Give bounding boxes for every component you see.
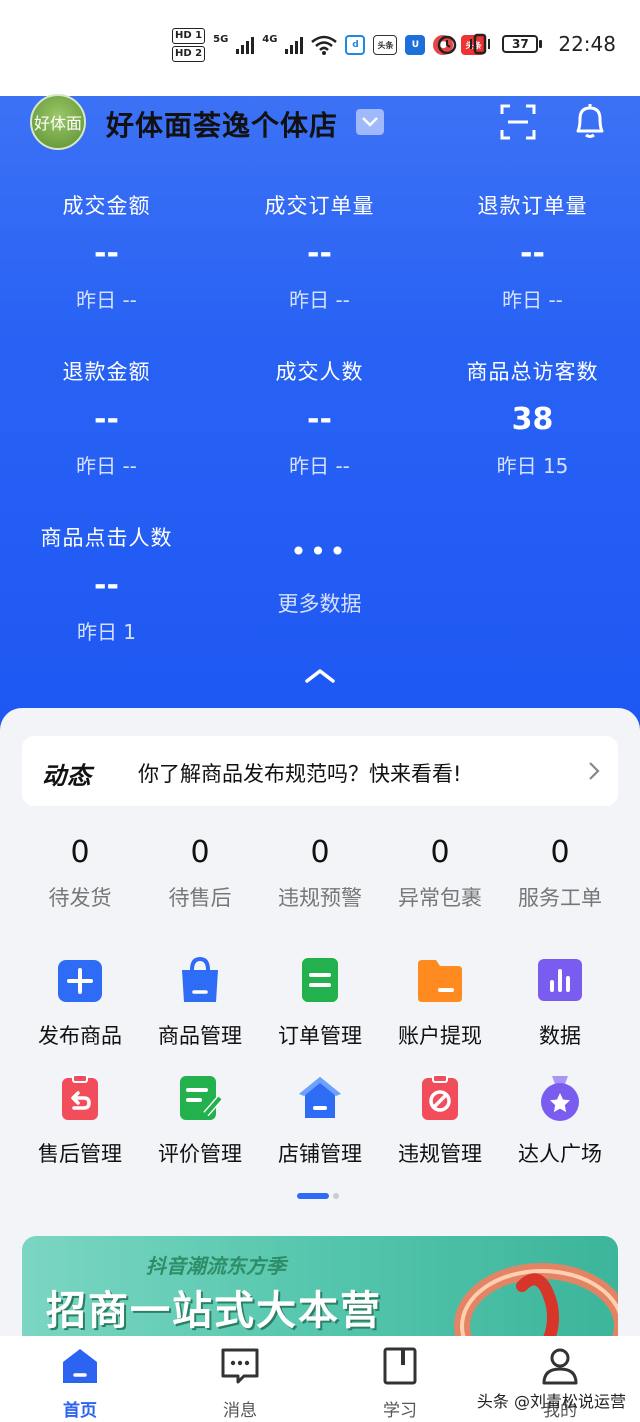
order-status-counts: 0 待发货 0 待售后 0 违规预警 0 异常包裹 0 服务工单 [20,834,620,912]
store-home-icon [299,1077,341,1118]
chevron-right-icon [589,762,600,780]
news-bar[interactable]: 动态 你了解商品发布规范吗？快来看看! [22,736,618,806]
tool-review-management[interactable]: 评价管理 [140,1068,260,1186]
tool-data[interactable]: 数据 [500,950,620,1068]
stat-visitors[interactable]: 商品总访客数 38 昨日 15 [426,356,639,479]
tool-publish-product[interactable]: 发布商品 [20,950,140,1068]
shopping-bag-icon [182,956,218,1002]
stat-order-count[interactable]: 成交订单量 -- 昨日 -- [213,190,426,313]
battery-icon: 37 [502,35,543,53]
sim2-indicator: HD 2 [172,46,206,62]
shield-app-icon: U [405,35,426,55]
bar-chart-icon [538,959,582,1001]
chevron-up-icon[interactable] [303,666,337,686]
stat-clicks[interactable]: 商品点击人数 -- 昨日 1 [0,522,213,645]
signal-icon [285,36,304,54]
stat-buyers[interactable]: 成交人数 -- 昨日 -- [213,356,426,479]
count-pending-shipment[interactable]: 0 待发货 [20,834,140,912]
nav-learn[interactable]: 学习 [320,1336,480,1422]
grid-pager [297,1193,339,1199]
tool-order-management[interactable]: 订单管理 [260,950,380,1068]
stat-refund-amount[interactable]: 退款金额 -- 昨日 -- [0,356,213,479]
count-pending-aftersale[interactable]: 0 待售后 [140,834,260,912]
ban-icon [422,1074,458,1120]
message-icon [221,1348,259,1384]
vibrate-icon [470,33,491,55]
stat-gmv[interactable]: 成交金额 -- 昨日 -- [0,190,213,313]
clock: 22:48 [558,32,616,56]
pager-dot-active[interactable] [297,1193,329,1199]
tool-account-withdraw[interactable]: 账户提现 [380,950,500,1068]
banner-subtitle: 抖音潮流东方季 [146,1254,286,1278]
shop-name[interactable]: 好体面荟逸个体店 [106,104,338,144]
news-tag: 动态 [42,762,92,790]
shop-header: 好体面 好体面荟逸个体店 [0,94,640,158]
toutiao-icon: 头条 [373,35,398,55]
book-icon [383,1347,417,1385]
nav-messages[interactable]: 消息 [160,1336,320,1422]
user-icon [542,1348,578,1385]
medal-star-icon [541,1076,579,1121]
alarm-icon [438,35,457,55]
pager-dot[interactable] [333,1193,339,1199]
banner-ring-graphic [454,1263,618,1336]
sim1-indicator: HD 1 [172,28,206,44]
plus-square-icon [58,960,102,1002]
signal-icon [236,36,255,54]
count-violation-warning[interactable]: 0 违规预警 [260,834,380,912]
tool-influencer-plaza[interactable]: 达人广场 [500,1068,620,1186]
more-dots-icon: ••• [290,535,349,568]
order-list-icon [302,958,338,1002]
tool-grid: 发布商品 商品管理 订单管理 账户提现 数据 售后管理 评价管理 店铺管理 违规… [20,950,620,1186]
scan-icon[interactable] [500,104,536,140]
stat-refund-orders[interactable]: 退款订单量 -- 昨日 -- [426,190,639,313]
promo-banner[interactable]: 抖音潮流东方季 招商一站式大本营 [22,1236,618,1336]
shop-switch-dropdown[interactable] [356,109,384,135]
count-service-tickets[interactable]: 0 服务工单 [500,834,620,912]
tool-product-management[interactable]: 商品管理 [140,950,260,1068]
watermark-text: 头条 @刘青松说运营 [476,1392,626,1411]
bell-icon[interactable] [572,102,608,140]
tool-violation-management[interactable]: 违规管理 [380,1068,500,1186]
wallet-icon [418,960,462,1002]
status-bar: HD 1 HD 2 5G 4G d 头条 U ● 头条 37 22:48 [0,0,640,96]
banner-title: 招商一站式大本营 [46,1288,382,1334]
review-icon [180,1076,223,1120]
wifi-icon [311,35,338,55]
count-abnormal-parcel[interactable]: 0 异常包裹 [380,834,500,912]
chevron-down-icon [362,117,378,127]
home-icon [63,1349,97,1383]
tool-aftersale-management[interactable]: 售后管理 [20,1068,140,1186]
more-data-button[interactable]: ••• 更多数据 [213,538,426,618]
shop-avatar[interactable]: 好体面 [30,94,86,150]
news-text: 你了解商品发布规范吗？快来看看! [138,762,462,786]
network-5g-label: 5G [213,34,229,45]
return-icon [62,1074,98,1120]
more-data-label: 更多数据 [277,592,362,616]
nav-home[interactable]: 首页 [0,1336,160,1422]
network-4g-label: 4G [262,34,278,45]
app-icon: d [345,35,366,55]
tool-store-management[interactable]: 店铺管理 [260,1068,380,1186]
